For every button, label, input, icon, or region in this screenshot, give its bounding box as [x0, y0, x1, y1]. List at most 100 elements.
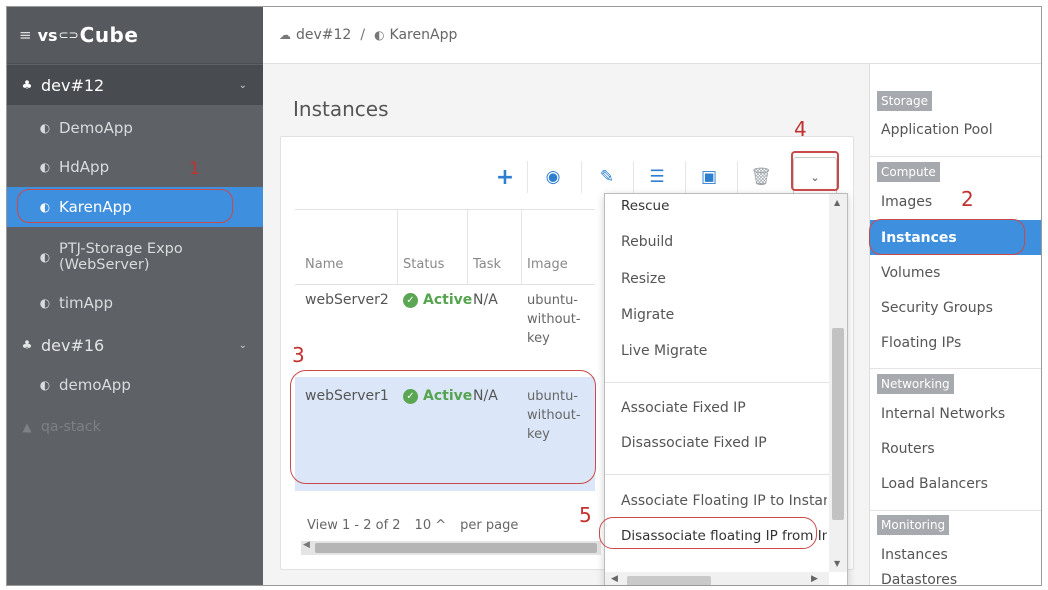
- sidebar-project-dev16[interactable]: ♣ dev#16 ⌄: [7, 325, 263, 365]
- sidebar-item-label: timApp: [59, 294, 113, 312]
- snapshot-button[interactable]: ▣: [691, 159, 727, 195]
- cloud-icon: ☁: [279, 28, 291, 42]
- scroll-up-icon[interactable]: ▲: [834, 198, 840, 207]
- nav-item-routers[interactable]: Routers: [870, 431, 1041, 466]
- nav-item-internal-networks[interactable]: Internal Networks: [870, 396, 1041, 431]
- sidebar-item-hdapp[interactable]: ◐ HdApp: [7, 147, 263, 187]
- toolbar-divider: [633, 161, 634, 193]
- nav-item-security-groups[interactable]: Security Groups: [870, 290, 1041, 325]
- menu-item-associate-fixed-ip[interactable]: Associate Fixed IP: [621, 400, 746, 416]
- pencil-icon: ✎: [599, 167, 615, 187]
- breadcrumb-separator: /: [360, 27, 366, 43]
- menu-item-resize[interactable]: Resize: [621, 271, 666, 287]
- column-header-image[interactable]: Image: [527, 257, 568, 272]
- camera-icon: ▣: [700, 167, 718, 187]
- nav-section-monitoring: Monitoring: [877, 515, 950, 535]
- table-header-top-line: [295, 209, 595, 210]
- trash-icon: 🗑︎: [750, 167, 772, 187]
- nav-divider: [870, 510, 1041, 511]
- sidebar-item-label-line1: PTJ-Storage Expo: [59, 241, 183, 257]
- column-divider: [467, 210, 468, 284]
- per-page-select[interactable]: 10 ^: [415, 518, 447, 533]
- brand-cube: Cube: [79, 23, 139, 47]
- sidebar-item-demoapp-dev16[interactable]: ◐ demoApp: [7, 365, 263, 405]
- dropdown-horizontal-scrollbar[interactable]: ◀ ▶: [605, 572, 829, 585]
- column-header-task[interactable]: Task: [473, 257, 501, 272]
- instance-name[interactable]: webServer2: [305, 291, 389, 310]
- nav-item-volumes[interactable]: Volumes: [870, 255, 1041, 290]
- app-icon: ◐: [39, 296, 51, 310]
- table-horizontal-scrollbar[interactable]: ◀: [301, 540, 601, 555]
- annotation-number-1: 1: [189, 159, 200, 179]
- sidebar-item-ptj-storage[interactable]: ◐ PTJ-Storage Expo (WebServer): [7, 235, 263, 279]
- menu-item-rescue[interactable]: Rescue: [621, 198, 669, 214]
- nav-section-compute: Compute: [877, 162, 940, 182]
- annotation-ring-karenapp: [17, 189, 233, 223]
- nav-item-images[interactable]: Images: [870, 184, 1041, 219]
- eye-icon: ◉: [545, 167, 561, 187]
- annotation-number-4: 4: [794, 117, 807, 141]
- nav-item-datastores[interactable]: Datastores: [870, 572, 1041, 585]
- annotation-ring-disassociate-floating-ip: [599, 517, 817, 549]
- sidebar-project-label: dev#16: [41, 335, 105, 355]
- dropdown-vertical-scrollbar[interactable]: ▲ ▼: [829, 194, 847, 572]
- scroll-down-icon[interactable]: ▼: [834, 559, 840, 568]
- app-icon: ◐: [39, 378, 51, 392]
- sidebar-item-demoapp[interactable]: ◐ DemoApp: [7, 108, 263, 148]
- plus-icon: +: [495, 164, 515, 190]
- brand-logo[interactable]: ≡ vs ⊂⊃ Cube: [7, 7, 263, 64]
- menu-item-migrate[interactable]: Migrate: [621, 307, 674, 323]
- app-icon: ◐: [39, 160, 51, 174]
- column-divider: [521, 210, 522, 284]
- breadcrumb-app[interactable]: KarenApp: [390, 27, 458, 43]
- menu-divider: [605, 474, 829, 475]
- column-header-name[interactable]: Name: [305, 257, 343, 272]
- delete-instance-button[interactable]: 🗑︎: [743, 159, 779, 195]
- pagination-range: View 1 - 2 of 2: [307, 518, 401, 533]
- toolbar-divider: [685, 161, 686, 193]
- breadcrumb-project[interactable]: dev#12: [296, 27, 351, 43]
- nav-item-monitoring-instances[interactable]: Instances: [870, 537, 1041, 572]
- brand-vs: vs: [37, 25, 58, 45]
- scroll-right-icon[interactable]: ▶: [811, 574, 818, 584]
- scroll-left-icon[interactable]: ◀: [611, 574, 618, 584]
- nav-item-load-balancers[interactable]: Load Balancers: [870, 466, 1041, 501]
- column-header-status[interactable]: Status: [403, 257, 444, 272]
- nav-section-storage: Storage: [877, 91, 932, 111]
- sidebar-item-qa-stack[interactable]: ▲ qa-stack: [7, 407, 263, 447]
- nav-item-floating-ips[interactable]: Floating IPs: [870, 325, 1041, 360]
- toolbar-divider: [737, 161, 738, 193]
- app-icon: ◐: [39, 250, 51, 264]
- project-icon: ♣: [21, 338, 33, 352]
- nav-section-networking: Networking: [877, 374, 954, 394]
- scrollbar-thumb[interactable]: [832, 328, 844, 520]
- chevron-down-icon: ⌄: [238, 79, 247, 91]
- scrollbar-thumb[interactable]: [627, 576, 711, 585]
- menu-item-disassociate-fixed-ip[interactable]: Disassociate Fixed IP: [621, 435, 767, 451]
- nav-item-application-pool[interactable]: Application Pool: [870, 112, 1041, 147]
- table-row[interactable]: webServer2 ✓ Active N/A ubuntu- without-…: [295, 285, 595, 373]
- toolbar-divider: [581, 161, 582, 193]
- view-instance-button[interactable]: ◉: [535, 159, 571, 195]
- menu-item-rebuild[interactable]: Rebuild: [621, 234, 673, 250]
- main-content: Instances + ◉ ✎ ☰ ▣ 🗑︎ ⌄ Name Status Tas…: [263, 64, 869, 585]
- menu-icon[interactable]: ≡: [19, 26, 32, 44]
- sidebar-item-timapp[interactable]: ◐ timApp: [7, 283, 263, 323]
- app-window: ≡ vs ⊂⊃ Cube ♣ dev#12 ⌄ ◐ DemoApp ◐ HdAp…: [6, 6, 1042, 586]
- scrollbar-thumb[interactable]: [315, 543, 597, 553]
- app-icon: ◐: [374, 28, 385, 42]
- link-icon: ⊂⊃: [58, 28, 79, 42]
- sidebar-item-label: HdApp: [59, 158, 110, 176]
- toolbar-divider: [527, 161, 528, 193]
- scroll-left-icon[interactable]: ◀: [303, 540, 310, 550]
- per-page-label: per page: [460, 518, 519, 533]
- nav-divider: [870, 368, 1041, 369]
- add-instance-button[interactable]: +: [487, 159, 523, 195]
- page-title: Instances: [293, 97, 389, 121]
- sidebar-project-dev12[interactable]: ♣ dev#12 ⌄: [7, 65, 263, 105]
- menu-item-associate-floating-ip[interactable]: Associate Floating IP to Instance: [621, 493, 827, 509]
- menu-item-live-migrate[interactable]: Live Migrate: [621, 343, 707, 359]
- edit-instance-button[interactable]: ✎: [589, 159, 625, 195]
- list-instance-button[interactable]: ☰: [639, 159, 675, 195]
- stack-icon: ▲: [22, 420, 32, 434]
